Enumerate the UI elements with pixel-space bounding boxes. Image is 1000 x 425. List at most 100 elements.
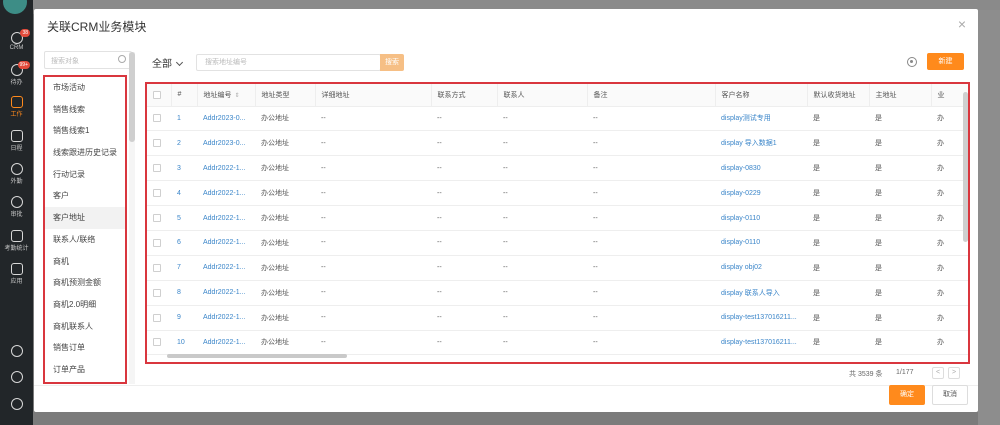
module-item[interactable]: 商机 <box>45 251 125 273</box>
scope-filter-dropdown[interactable]: 全部 <box>152 55 184 70</box>
module-item[interactable]: 线索跟进历史记录 <box>45 142 125 164</box>
module-item[interactable]: 商机2.0明细 <box>45 294 125 316</box>
table-cell[interactable]: display-test137016211... <box>715 305 807 331</box>
table-cell[interactable]: Addr2022-1... <box>197 305 255 331</box>
settings-icon[interactable] <box>0 371 33 384</box>
module-search-input[interactable]: 搜索对象 <box>44 51 132 69</box>
table-row[interactable]: 6 Addr2022-1... 办公地址 -- -- -- -- display-0110 是是… <box>147 230 968 256</box>
horizontal-scrollbar[interactable] <box>167 354 347 358</box>
chevron-down-icon <box>175 58 184 67</box>
module-item[interactable]: 销售订单 <box>45 337 125 359</box>
address-table: # 地址编号 ⇕ 地址类型 详细地址 联系方式 联系人 备注 客户名称 默认收货地… <box>145 82 970 364</box>
column-header: 默认收货地址 <box>807 84 870 107</box>
page-indicator[interactable]: 1/177 <box>896 369 914 376</box>
close-icon[interactable]: × <box>958 17 966 31</box>
table-cell: -- <box>497 230 587 256</box>
help-icon[interactable] <box>0 345 33 358</box>
nav-crm[interactable]: CRM 38 <box>0 29 33 51</box>
table-cell: -- <box>587 130 715 157</box>
row-checkbox[interactable] <box>153 238 161 247</box>
vertical-scrollbar[interactable] <box>963 92 968 242</box>
new-button[interactable]: 新建 <box>927 53 964 70</box>
module-item[interactable]: 联系人/联络 <box>45 229 125 251</box>
module-item-selected[interactable]: 客户地址 <box>45 207 125 229</box>
row-checkbox[interactable] <box>153 139 161 148</box>
address-search-input[interactable]: 搜索地址编号 <box>196 54 381 71</box>
row-checkbox[interactable] <box>153 288 161 297</box>
table-row[interactable]: 5 Addr2022-1... 办公地址 -- -- -- -- display-0110 是是… <box>147 205 968 231</box>
module-item[interactable]: 订单产品 <box>45 359 125 381</box>
search-button[interactable]: 搜索 <box>380 54 404 71</box>
table-cell: 是 <box>869 130 931 157</box>
table-cell[interactable]: display-0110 <box>715 205 807 231</box>
table-cell: -- <box>431 305 497 331</box>
table-cell[interactable]: Addr2022-1... <box>197 280 255 306</box>
module-item[interactable]: 行动记录 <box>45 164 125 186</box>
row-checkbox[interactable] <box>153 164 161 173</box>
gear-icon[interactable] <box>907 57 917 67</box>
table-cell: 是 <box>807 155 869 182</box>
module-item[interactable]: 商机预测金额 <box>45 272 125 294</box>
table-row[interactable]: 10 Addr2022-1... 办公地址 -- -- -- -- display-test1… <box>147 330 968 356</box>
search-icon[interactable] <box>118 55 126 63</box>
avatar[interactable] <box>3 0 27 14</box>
column-header: 客户名称 <box>715 84 808 107</box>
module-item[interactable]: 客户 <box>45 185 125 207</box>
nav-approval[interactable]: 审批 <box>0 196 33 218</box>
footer-divider <box>34 385 978 386</box>
table-row[interactable]: 7 Addr2022-1... 办公地址 -- -- -- -- display obj02 是… <box>147 255 968 281</box>
module-item[interactable]: 销售线索1 <box>45 120 125 142</box>
nav-apps[interactable]: 应用 <box>0 263 33 285</box>
table-row[interactable]: 2 Addr2023-0... 办公地址 -- -- -- -- display 导入数据1 是… <box>147 130 968 157</box>
table-row[interactable]: 1 Addr2023-0... 办公地址 -- -- -- -- display测试专用是是办 <box>147 106 968 132</box>
table-cell[interactable]: Addr2022-1... <box>197 180 255 207</box>
row-checkbox[interactable] <box>153 263 161 272</box>
nav-schedule[interactable]: 日程 <box>0 130 33 152</box>
confirm-button[interactable]: 确定 <box>889 385 925 405</box>
table-cell[interactable]: Addr2023-0... <box>197 106 255 132</box>
table-cell: -- <box>431 230 497 256</box>
nav-attendance[interactable]: 考勤统计 <box>0 230 33 252</box>
table-cell[interactable]: Addr2023-0... <box>197 130 255 157</box>
cancel-button[interactable]: 取消 <box>932 385 968 405</box>
row-checkbox[interactable] <box>153 214 161 222</box>
table-cell: 办 <box>931 255 968 281</box>
table-row[interactable]: 8 Addr2022-1... 办公地址 -- -- -- -- display 联系人导入是… <box>147 280 968 306</box>
table-cell[interactable]: display obj02 <box>715 255 807 281</box>
table-cell[interactable]: display测试专用 <box>715 106 807 132</box>
table-cell[interactable]: display 导入数据1 <box>715 130 807 157</box>
table-cell[interactable]: display-0229 <box>715 180 807 207</box>
module-item[interactable]: 市场活动 <box>45 77 125 99</box>
row-checkbox[interactable] <box>153 114 161 123</box>
sort-icon[interactable]: ⇕ <box>235 92 240 99</box>
table-cell[interactable]: display-0110 <box>715 230 807 256</box>
table-cell[interactable]: Addr2022-1... <box>197 330 255 356</box>
nav-work[interactable]: 工作 <box>0 96 33 118</box>
history-icon[interactable] <box>0 398 33 411</box>
row-checkbox[interactable] <box>153 338 161 347</box>
next-page-button[interactable]: > <box>948 367 960 379</box>
table-cell[interactable]: Addr2022-1... <box>197 255 255 281</box>
table-cell[interactable]: Addr2022-1... <box>197 230 255 256</box>
table-cell[interactable]: Addr2022-1... <box>197 205 255 231</box>
table-cell: 1 <box>171 106 197 132</box>
column-header-sortable[interactable]: 地址编号 ⇕ <box>197 84 256 107</box>
nav-todo[interactable]: 待办 99+ <box>0 61 33 86</box>
table-cell[interactable]: Addr2022-1... <box>197 155 255 182</box>
table-row[interactable]: 9 Addr2022-1... 办公地址 -- -- -- -- display-test13… <box>147 305 968 331</box>
table-cell: -- <box>315 155 431 182</box>
table-row[interactable]: 3 Addr2022-1... 办公地址 -- -- -- -- display-0830 是是… <box>147 155 968 182</box>
module-list-scrollbar[interactable] <box>129 52 135 384</box>
table-cell[interactable]: display 联系人导入 <box>715 280 807 306</box>
nav-field[interactable]: 外勤 <box>0 163 33 185</box>
table-row[interactable]: 4 Addr2022-1... 办公地址 -- -- -- -- display-0229 是是… <box>147 180 968 207</box>
prev-page-button[interactable]: < <box>932 367 944 379</box>
table-cell[interactable]: display-0830 <box>715 155 807 182</box>
row-checkbox[interactable] <box>153 189 161 198</box>
module-item[interactable]: 商机联系人 <box>45 316 125 338</box>
module-item[interactable]: 销售线索 <box>45 99 125 121</box>
select-all-checkbox[interactable] <box>153 90 161 99</box>
todo-badge: 99+ <box>17 61 30 69</box>
table-cell[interactable]: display-test137016211... <box>715 330 807 356</box>
row-checkbox[interactable] <box>153 313 161 322</box>
